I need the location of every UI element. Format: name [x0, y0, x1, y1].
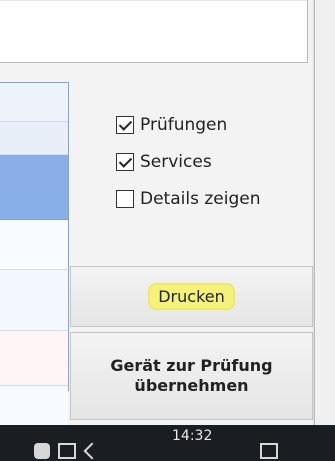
window-icon[interactable] — [58, 443, 76, 459]
grid-header-row — [0, 83, 68, 122]
details-checkbox[interactable] — [116, 189, 134, 208]
services-checkbox[interactable] — [116, 152, 134, 171]
clock[interactable]: 14:32 — [172, 428, 212, 444]
take-over-button[interactable]: Gerät zur Prüfung übernehmen — [70, 332, 313, 420]
window-edge — [313, 0, 335, 461]
grid-filter-row — [0, 122, 68, 155]
table-row[interactable] — [0, 220, 68, 270]
taskbar: 14:32 — [0, 425, 335, 461]
app-icon[interactable] — [34, 443, 50, 459]
notification-icon[interactable] — [260, 443, 278, 459]
details-label: Details zeigen — [140, 188, 261, 209]
table-row[interactable] — [0, 155, 68, 220]
option-services[interactable]: Services — [116, 143, 326, 180]
table-row[interactable] — [0, 331, 68, 386]
take-over-label: Gerät zur Prüfung übernehmen — [110, 356, 273, 395]
options-group: Prüfungen Services Details zeigen — [116, 106, 326, 217]
option-details[interactable]: Details zeigen — [116, 180, 326, 217]
services-label: Services — [140, 151, 212, 172]
top-panel — [0, 0, 308, 63]
print-button-label: Drucken — [150, 285, 233, 308]
divider — [314, 0, 315, 425]
table-row[interactable] — [0, 270, 68, 331]
pruefungen-checkbox[interactable] — [116, 115, 134, 134]
pruefungen-label: Prüfungen — [140, 114, 228, 135]
results-grid[interactable] — [0, 82, 69, 447]
option-pruefungen[interactable]: Prüfungen — [116, 106, 326, 143]
chevron-up-icon[interactable] — [83, 442, 101, 460]
print-button[interactable]: Drucken — [70, 266, 313, 327]
